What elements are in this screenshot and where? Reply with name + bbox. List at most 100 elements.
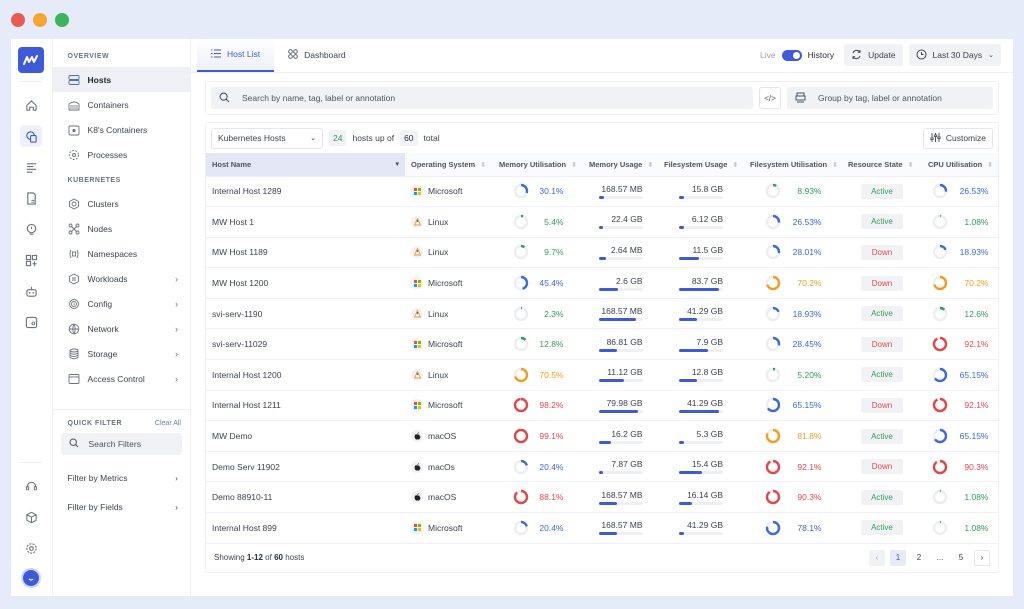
sidebar-item-workloads[interactable]: Workloads › xyxy=(53,266,190,291)
host-type-select[interactable]: Kubernetes Hosts ⌄ xyxy=(211,127,323,149)
sidebar-item-hosts[interactable]: Hosts xyxy=(52,67,190,92)
host-name[interactable]: Internal Host 1211 xyxy=(212,400,281,410)
table-row[interactable]: svi-serv-1190 Linux 2.3% 168.57 MB 41.29 GB 1… xyxy=(206,298,998,330)
host-name-cell[interactable]: MW Demo xyxy=(206,420,405,452)
integration-icon[interactable] xyxy=(20,506,42,528)
page-button[interactable]: 2 xyxy=(911,550,927,566)
bot-icon[interactable] xyxy=(20,280,42,302)
sidebar-item-storage[interactable]: Storage › xyxy=(53,341,190,366)
sidebar-item-nodes[interactable]: Nodes xyxy=(53,216,190,241)
host-name[interactable]: MW Demo xyxy=(212,431,252,441)
table-row[interactable]: MW Host 1200 Microsoft 45.4% 2.6 GB 83.7 GB 7… xyxy=(206,267,998,299)
update-button[interactable]: Update xyxy=(844,44,903,66)
column-header-filesystem-utilisation[interactable]: Filesystem Utilisation ⬍ xyxy=(744,153,842,177)
host-name[interactable]: Internal Host 899 xyxy=(212,523,277,533)
host-name[interactable]: MW Host 1200 xyxy=(212,278,268,288)
host-name-cell[interactable]: Demo 88910-11 xyxy=(206,481,405,514)
host-name-cell[interactable]: svi-serv-11029 xyxy=(206,328,405,361)
sidebar-item-namespaces[interactable]: Namespaces xyxy=(53,241,190,266)
host-name[interactable]: Internal Host 1200 xyxy=(212,370,281,380)
app-logo[interactable] xyxy=(18,47,45,73)
column-header-host-name[interactable]: Host Name ▾ xyxy=(206,153,405,177)
time-range-dropdown[interactable]: Last 30 Days ⌄ xyxy=(908,44,1001,66)
page-button[interactable]: 1 xyxy=(890,549,906,566)
host-name-cell[interactable]: Internal Host 1289 xyxy=(206,176,405,208)
column-header-filesystem-usage[interactable]: Filesystem Usage ⬍ xyxy=(658,153,744,177)
infrastructure-icon[interactable] xyxy=(20,125,43,147)
host-name-cell[interactable]: MW Host 1 xyxy=(206,206,405,238)
host-name[interactable]: MW Host 1189 xyxy=(212,247,268,257)
host-name[interactable]: svi-serv-1190 xyxy=(212,309,262,319)
table-row[interactable]: svi-serv-11029 Microsoft 12.8% 86.81 GB 7.9 … xyxy=(206,328,998,361)
prev-page-button[interactable]: ‹ xyxy=(869,549,885,566)
settings-icon[interactable] xyxy=(20,537,42,559)
column-header-operating-system[interactable]: Operating System ⬍ xyxy=(405,153,493,177)
host-search-input[interactable]: Search by name, tag, label or annotation xyxy=(211,87,753,109)
table-row[interactable]: Internal Host 1289 Microsoft 30.1% 168.57 M… xyxy=(206,176,998,208)
table-row[interactable]: Internal Host 899 Microsoft 20.4% 168.57 MB… xyxy=(206,512,998,544)
sidebar-item-containers[interactable]: Containers xyxy=(53,92,190,117)
column-header-cpu-utilisation[interactable]: CPU Utilisation ⬍ xyxy=(922,153,998,177)
add-widget-icon[interactable] xyxy=(20,249,42,271)
host-name[interactable]: MW Host 1 xyxy=(212,217,254,227)
query-code-button[interactable]: </> xyxy=(759,87,781,109)
sort-icon[interactable]: ⬍ xyxy=(987,162,993,169)
tab-host-list[interactable]: Host List xyxy=(197,39,275,72)
search-filters-input[interactable]: Search Filters xyxy=(60,433,182,455)
next-page-button[interactable]: › xyxy=(974,549,990,566)
minimize-window-button[interactable] xyxy=(33,13,47,27)
host-name-cell[interactable]: MW Host 1200 xyxy=(206,267,405,299)
pagination: ‹ 1 2... 5 › xyxy=(869,549,990,566)
table-row[interactable]: MW Host 1 Linux 5.4% 22.4 GB 6.12 GB 26.53% Ac… xyxy=(206,206,998,238)
report-icon[interactable] xyxy=(20,187,42,209)
live-history-toggle[interactable] xyxy=(781,49,802,61)
sort-desc-icon[interactable]: ▾ xyxy=(395,160,399,168)
sidebar-item-network[interactable]: Network › xyxy=(53,316,190,341)
host-name[interactable]: Demo 88910-11 xyxy=(212,492,272,502)
clear-all-link[interactable]: Clear All xyxy=(155,420,181,427)
page-button[interactable]: 5 xyxy=(953,550,969,566)
sort-icon[interactable]: ⬍ xyxy=(908,162,914,169)
column-header-resource-state[interactable]: Resource State ⬍ xyxy=(842,153,922,177)
maximize-window-button[interactable] xyxy=(55,13,69,27)
table-row[interactable]: Demo 88910-11 macOS 88.1% 168.57 MB 16.14 GB… xyxy=(206,481,998,514)
column-header-memory-usage[interactable]: Memory Usage ⬍ xyxy=(583,153,658,177)
close-window-button[interactable] xyxy=(11,13,25,27)
logs-icon[interactable] xyxy=(20,156,42,178)
sort-icon[interactable]: ⬍ xyxy=(647,162,653,169)
sidebar-item-k8-s-containers[interactable]: K8's Containers xyxy=(53,117,190,142)
host-name[interactable]: Internal Host 1289 xyxy=(212,186,281,196)
host-name-cell[interactable]: MW Host 1189 xyxy=(206,237,405,269)
sidebar-item-processes[interactable]: Processes xyxy=(53,142,190,167)
table-row[interactable]: Internal Host 1211 Microsoft 98.2% 79.98 GB… xyxy=(206,390,998,422)
host-name[interactable]: svi-serv-11029 xyxy=(212,339,267,349)
host-name-cell[interactable]: svi-serv-1190 xyxy=(206,298,405,330)
group-by-input[interactable]: Group by tag, label or annotation xyxy=(787,87,993,109)
table-row[interactable]: MW Demo macOS 99.1% 16.2 GB 5.3 GB 81.8% Activ… xyxy=(206,420,998,452)
tab-dashboard[interactable]: Dashboard xyxy=(274,39,360,72)
support-icon[interactable] xyxy=(20,475,42,497)
column-header-memory-utilisation[interactable]: Memory Utilisation ⬍ xyxy=(493,153,583,177)
host-name[interactable]: Demo Serv 11902 xyxy=(212,462,280,472)
table-row[interactable]: MW Host 1189 Linux 9.7% 2.64 MB 11.5 GB 28.01… xyxy=(206,237,998,269)
table-row[interactable]: Demo Serv 11902 macOs 20.4% 7.87 GB 15.4 GB 9… xyxy=(206,451,998,483)
filter-filter-by-fields[interactable]: Filter by Fields › xyxy=(53,494,190,519)
host-name-cell[interactable]: Internal Host 899 xyxy=(206,512,405,544)
alert-icon[interactable] xyxy=(20,218,42,240)
sidebar-item-config[interactable]: Config › xyxy=(53,291,190,316)
sidebar-item-clusters[interactable]: Clusters xyxy=(53,191,190,216)
home-icon[interactable] xyxy=(20,94,42,116)
sort-icon[interactable]: ⬍ xyxy=(832,162,838,169)
host-name-cell[interactable]: Internal Host 1200 xyxy=(206,359,405,391)
filter-filter-by-metrics[interactable]: Filter by Metrics › xyxy=(53,465,190,490)
host-name-cell[interactable]: Demo Serv 11902 xyxy=(206,451,405,483)
sidebar-item-access-control[interactable]: Access Control › xyxy=(53,366,190,391)
table-row[interactable]: Internal Host 1200 Linux 70.5% 11.12 GB 12.8… xyxy=(206,359,998,391)
user-report-icon[interactable] xyxy=(20,311,42,333)
sort-icon[interactable]: ⬍ xyxy=(732,162,738,169)
avatar[interactable] xyxy=(21,568,42,588)
sort-icon[interactable]: ⬍ xyxy=(571,162,577,169)
host-name-cell[interactable]: Internal Host 1211 xyxy=(206,390,405,422)
customize-button[interactable]: Customize xyxy=(922,127,993,149)
sort-icon[interactable]: ⬍ xyxy=(480,162,486,169)
